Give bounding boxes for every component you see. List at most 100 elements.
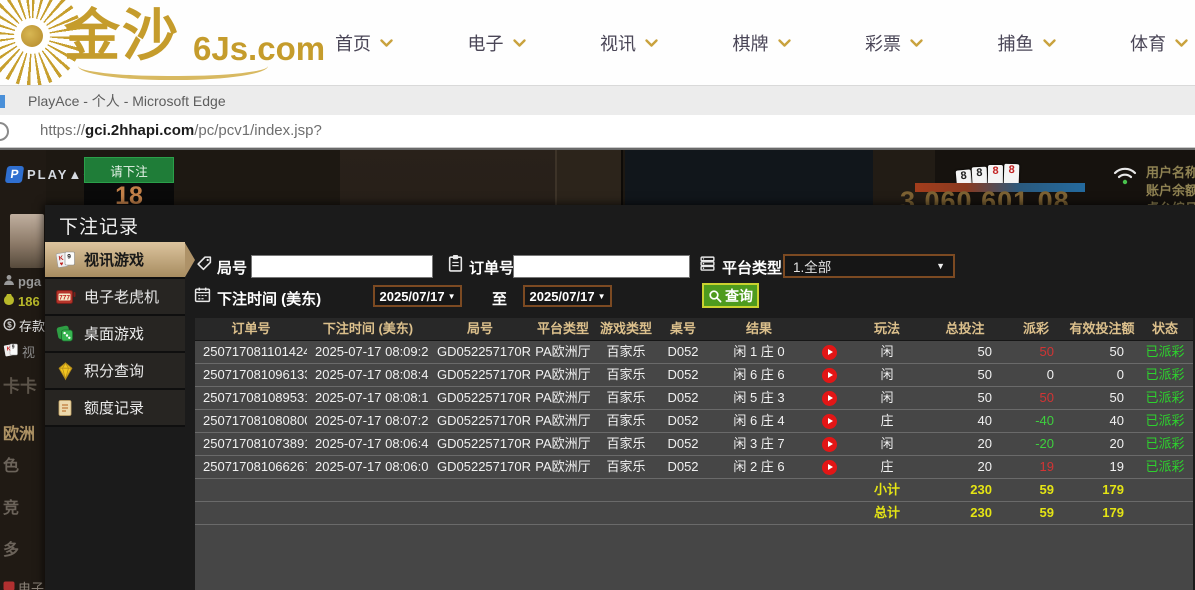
sidebar-item-视讯游戏[interactable]: K♥9视讯游戏 — [45, 242, 185, 279]
deposit-icon: $ — [3, 318, 16, 334]
bg-menu-item-多[interactable]: 多 — [3, 536, 19, 560]
sidebar-item-积分查询[interactable]: 积分查询 — [45, 353, 185, 390]
bg-menu-item-色[interactable]: 色 — [3, 452, 19, 476]
order-input[interactable] — [513, 255, 690, 278]
bg-menu-item-存款[interactable]: $存款 — [3, 316, 45, 335]
sum-cell: 230 — [925, 479, 1005, 501]
account-info-label: 账户余额 — [1146, 180, 1195, 198]
sidebar-item-label: 电子老虎机 — [84, 286, 159, 307]
header-cell: 下注时间 (美东) — [307, 318, 429, 340]
cell-round: GD052257170RN — [429, 410, 531, 432]
countdown-number: 18 — [84, 183, 174, 207]
cell-bet_on: 庄 — [849, 456, 925, 478]
cell-total_bet: 50 — [925, 341, 1005, 363]
platform-select-value: 1.全部 — [793, 256, 831, 276]
cell-table_no: D052 — [657, 433, 709, 455]
table-header-row: 订单号下注时间 (美东)局号平台类型游戏类型桌号结果玩法总投注派彩有效投注额状态 — [195, 318, 1193, 341]
sidebar-item-电子老虎机[interactable]: 777电子老虎机 — [45, 279, 185, 316]
nav-item-5[interactable]: 彩票 — [865, 30, 924, 56]
header-cell: 局号 — [429, 318, 531, 340]
address-text[interactable]: https://gci.2hhapi.com/pc/pcv1/index.jsp… — [40, 115, 322, 146]
url-bar[interactable]: https://gci.2hhapi.com/pc/pcv1/index.jsp… — [0, 115, 1195, 148]
header-cell: 状态 — [1137, 318, 1193, 340]
bg-menu-item-label: 电子 — [18, 578, 44, 590]
bg-menu-item-欧洲[interactable]: 欧洲 — [3, 420, 35, 444]
sidebar-item-桌面游戏[interactable]: 桌面游戏 — [45, 316, 185, 353]
cell-total_bet: 50 — [925, 364, 1005, 386]
bg-menu-item-竞[interactable]: 竞 — [3, 494, 19, 518]
bet-time-filter-label: 下注时间 (美东) — [217, 288, 321, 309]
nav-item-2[interactable]: 电子 — [468, 30, 527, 56]
cell-time: 2025-07-17 08:06:07 — [307, 456, 429, 478]
svg-text:K: K — [7, 347, 11, 353]
cell-play — [809, 433, 849, 455]
site-logo[interactable]: 金沙 6Js.com — [0, 0, 330, 85]
chevron-down-icon — [1174, 38, 1189, 48]
slot-red-icon — [3, 580, 15, 590]
platform-filter-label: 平台类型 — [722, 257, 782, 278]
cell-round: GD052257170RM — [429, 433, 531, 455]
cell-play — [809, 410, 849, 432]
bg-menu-item-pga[interactable]: pga — [3, 274, 41, 289]
cell-result: 闲 5 庄 3 — [709, 387, 809, 409]
sum-cell — [709, 479, 809, 501]
nav-item-3[interactable]: 视讯 — [600, 30, 659, 56]
sidebar-item-label: 桌面游戏 — [84, 323, 144, 344]
chevron-down-icon — [909, 38, 924, 48]
bg-menu-item-卡卡[interactable]: 卡卡 — [3, 372, 37, 397]
play-video-button[interactable] — [822, 460, 837, 475]
date-to-picker[interactable]: 2025/07/17▼ — [523, 285, 612, 307]
reload-icon[interactable] — [0, 122, 9, 141]
chevron-down-icon — [777, 38, 792, 48]
date-from-value: 2025/07/17 — [380, 289, 445, 304]
modal-sidebar: K♥9视讯游戏777电子老虎机桌面游戏积分查询额度记录 — [45, 242, 185, 427]
clipboard-icon — [447, 254, 464, 277]
search-icon — [708, 289, 722, 303]
sum-cell — [1137, 479, 1193, 501]
window-icon — [0, 95, 5, 108]
cell-table_no: D052 — [657, 456, 709, 478]
sum-cell: 小计 — [849, 479, 925, 501]
search-button[interactable]: 查询 — [702, 283, 759, 308]
play-video-button[interactable] — [822, 414, 837, 429]
cell-round: GD052257170RL — [429, 456, 531, 478]
calendar-icon — [194, 286, 211, 308]
bg-menu-item-label: 存款 — [19, 316, 45, 335]
url-scheme: https:// — [40, 122, 85, 139]
cell-payout: -40 — [1005, 410, 1067, 432]
cell-order: 250717081080800 — [195, 410, 307, 432]
bg-menu-item-186[interactable]: 186 — [3, 293, 40, 309]
dealer-avatar — [10, 214, 44, 268]
dealt-cards: 8888 — [956, 164, 1019, 185]
bg-menu-item-label: 欧洲 — [3, 420, 35, 444]
cell-total_bet: 50 — [925, 387, 1005, 409]
date-from-picker[interactable]: 2025/07/17▼ — [373, 285, 462, 307]
cell-game: 百家乐 — [595, 410, 657, 432]
nav-item-7[interactable]: 体育 — [1130, 30, 1189, 56]
platform-select[interactable]: 1.全部 ▼ — [783, 254, 955, 278]
sum-cell — [531, 502, 595, 524]
bet-countdown-box: 请下注 18 — [84, 157, 174, 207]
play-video-button[interactable] — [822, 391, 837, 406]
mini-cards-icon: K9 — [3, 342, 19, 361]
sidebar-item-额度记录[interactable]: 额度记录 — [45, 390, 185, 427]
cell-valid_bet: 50 — [1067, 387, 1137, 409]
play-video-button[interactable] — [822, 345, 837, 360]
chevron-down-icon — [379, 38, 394, 48]
cell-status: 已派彩 — [1137, 341, 1193, 363]
sum-cell — [595, 502, 657, 524]
nav-item-6[interactable]: 捕鱼 — [998, 30, 1057, 56]
play-video-button[interactable] — [822, 368, 837, 383]
bg-menu-item-电子[interactable]: 电子 — [3, 578, 44, 590]
round-input[interactable] — [251, 255, 433, 278]
cell-platform: PA欧洲厅 — [531, 387, 595, 409]
cell-order: 250717081089531 — [195, 387, 307, 409]
cell-result: 闲 6 庄 6 — [709, 364, 809, 386]
bg-menu-item-视[interactable]: K9视 — [3, 342, 35, 361]
nav-item-4[interactable]: 棋牌 — [733, 30, 792, 56]
play-video-button[interactable] — [822, 437, 837, 452]
cell-bet_on: 闲 — [849, 341, 925, 363]
cell-play — [809, 387, 849, 409]
nav-item-1[interactable]: 首页 — [335, 30, 394, 56]
moneybag-icon — [3, 293, 15, 309]
